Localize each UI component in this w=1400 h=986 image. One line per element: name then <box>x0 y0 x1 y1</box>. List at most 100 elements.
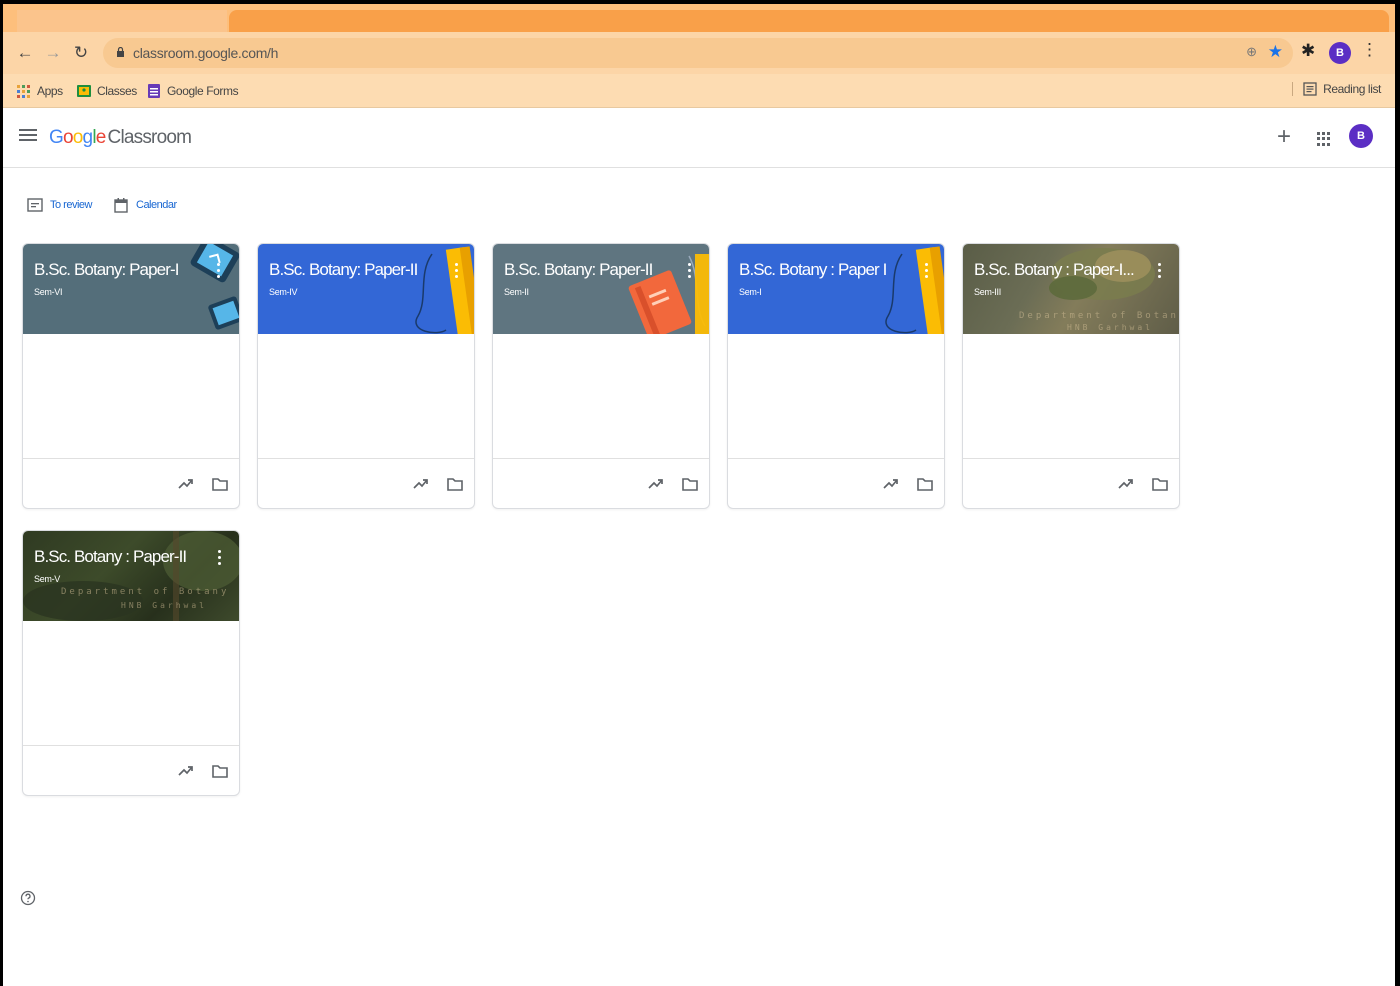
banner-watermark: Department of Botany <box>61 587 230 597</box>
class-card[interactable]: B.Sc. Botany: Paper-I Sem-VI <box>22 243 240 509</box>
class-options-icon[interactable] <box>684 260 694 282</box>
calendar-icon <box>114 198 128 213</box>
banner-watermark-line2: HNB Garhwal <box>121 601 207 610</box>
reload-icon[interactable]: ↻ <box>69 41 93 65</box>
class-section: Sem-V <box>34 574 61 584</box>
browser-menu-icon[interactable]: ⋮ <box>1361 40 1378 60</box>
class-card-banner[interactable]: B.Sc. Botany : Paper I Sem-I <box>728 244 944 334</box>
class-card-footer <box>23 745 239 795</box>
browser-tab-active[interactable] <box>229 10 1389 32</box>
tab-strip <box>3 4 1395 32</box>
class-card-banner[interactable]: Department of Botany HNB Garhwal B.Sc. B… <box>963 244 1179 334</box>
class-options-icon[interactable] <box>214 547 224 569</box>
class-card-banner[interactable]: B.Sc. Botany: Paper-II Sem-II <box>493 244 709 334</box>
to-review-icon <box>27 198 43 212</box>
class-section: Sem-III <box>974 287 1001 297</box>
banner-watermark-line2: HNB Garhwal <box>1067 323 1153 332</box>
trending-up-icon[interactable] <box>177 762 195 780</box>
reading-list-button[interactable]: Reading list <box>1292 82 1381 96</box>
class-card-body <box>23 621 239 745</box>
class-options-icon[interactable] <box>1154 260 1164 282</box>
trending-up-icon[interactable] <box>412 475 430 493</box>
address-bar[interactable]: classroom.google.com/h ⊕ ★ <box>103 38 1293 68</box>
class-options-icon[interactable] <box>921 260 931 282</box>
browser-tab[interactable] <box>17 10 227 32</box>
class-title[interactable]: B.Sc. Botany : Paper I <box>739 260 887 280</box>
folder-icon[interactable] <box>1151 475 1169 493</box>
class-card[interactable]: Department of Botany HNB Garhwal B.Sc. B… <box>962 243 1180 509</box>
class-section: Sem-II <box>504 287 529 297</box>
class-title[interactable]: B.Sc. Botany: Paper-I <box>34 260 179 280</box>
class-card-body <box>23 334 239 458</box>
class-card[interactable]: B.Sc. Botany: Paper-II Sem-IV <box>257 243 475 509</box>
to-review-label: To review <box>50 199 92 211</box>
class-card-footer <box>258 458 474 508</box>
class-card[interactable]: B.Sc. Botany : Paper I Sem-I <box>727 243 945 509</box>
class-card-body <box>493 334 709 458</box>
calendar-label: Calendar <box>136 199 177 211</box>
class-title[interactable]: B.Sc. Botany : Paper-II <box>34 547 187 567</box>
class-card-banner[interactable]: B.Sc. Botany: Paper-I Sem-VI <box>23 244 239 334</box>
trending-up-icon[interactable] <box>177 475 195 493</box>
bookmark-label: Classes <box>97 84 137 98</box>
extensions-puzzle-icon[interactable]: ✱ <box>1301 41 1315 61</box>
help-icon[interactable] <box>20 890 36 906</box>
class-card-banner[interactable]: Department of Botany HNB Garhwal B.Sc. B… <box>23 531 239 621</box>
folder-icon[interactable] <box>446 475 464 493</box>
folder-icon[interactable] <box>916 475 934 493</box>
class-card[interactable]: B.Sc. Botany: Paper-II Sem-II <box>492 243 710 509</box>
trending-up-icon[interactable] <box>647 475 665 493</box>
class-title[interactable]: B.Sc. Botany: Paper-II <box>269 260 418 280</box>
zoom-icon[interactable]: ⊕ <box>1246 44 1257 60</box>
banner-watermark: Department of Botany <box>1019 311 1179 321</box>
class-card-footer <box>728 458 944 508</box>
class-card-body <box>258 334 474 458</box>
classroom-icon <box>77 85 91 97</box>
trending-up-icon[interactable] <box>1117 475 1135 493</box>
browser-profile-avatar[interactable]: B <box>1329 42 1351 64</box>
back-arrow-icon[interactable]: ← <box>13 41 37 65</box>
bookmark-label: Apps <box>37 84 63 98</box>
class-card[interactable]: Department of Botany HNB Garhwal B.Sc. B… <box>22 530 240 796</box>
class-title[interactable]: B.Sc. Botany : Paper-I... <box>974 260 1135 280</box>
google-wordmark: Google <box>49 127 106 148</box>
class-options-icon[interactable] <box>213 260 223 282</box>
devices-illustration <box>190 244 239 330</box>
bookmarks-bar: Apps Classes Google Forms Reading list <box>3 74 1395 108</box>
bookmark-star-icon[interactable]: ★ <box>1268 42 1283 62</box>
add-class-plus-icon[interactable]: + <box>1277 125 1291 149</box>
class-title[interactable]: B.Sc. Botany: Paper-II <box>504 260 653 280</box>
hamburger-menu-icon[interactable] <box>19 126 37 146</box>
books-illustration <box>415 246 474 334</box>
account-avatar[interactable]: B <box>1349 124 1373 148</box>
reading-list-label: Reading list <box>1323 82 1381 96</box>
reading-list-icon <box>1303 82 1317 96</box>
bookmark-classes[interactable]: Classes <box>77 82 137 100</box>
browser-window: ← → ↻ classroom.google.com/h ⊕ ★ ✱ B ⋮ A… <box>3 4 1395 986</box>
folder-icon[interactable] <box>211 762 229 780</box>
google-apps-grid-icon[interactable] <box>1317 132 1331 146</box>
folder-icon[interactable] <box>681 475 699 493</box>
class-card-body <box>963 334 1179 458</box>
lock-icon <box>117 47 124 57</box>
class-section: Sem-IV <box>269 287 298 297</box>
books-illustration <box>885 246 944 334</box>
bookmark-apps[interactable]: Apps <box>17 82 63 100</box>
class-section: Sem-VI <box>34 287 63 297</box>
forward-arrow-icon[interactable]: → <box>41 41 65 65</box>
bookmark-google-forms[interactable]: Google Forms <box>147 82 239 100</box>
to-review-link[interactable]: To review <box>27 197 92 213</box>
class-options-icon[interactable] <box>451 260 461 282</box>
bookmark-label: Google Forms <box>167 84 239 98</box>
product-name: Classroom <box>107 127 192 148</box>
class-card-banner[interactable]: B.Sc. Botany: Paper-II Sem-IV <box>258 244 474 334</box>
class-card-footer <box>963 458 1179 508</box>
google-classroom-logo[interactable]: Google Classroom <box>49 127 192 149</box>
class-card-footer <box>493 458 709 508</box>
class-card-body <box>728 334 944 458</box>
calendar-link[interactable]: Calendar <box>113 197 177 213</box>
url-text[interactable]: classroom.google.com/h <box>133 45 278 61</box>
folder-icon[interactable] <box>211 475 229 493</box>
trending-up-icon[interactable] <box>882 475 900 493</box>
browser-toolbar: ← → ↻ classroom.google.com/h ⊕ ★ ✱ B ⋮ <box>3 32 1395 74</box>
